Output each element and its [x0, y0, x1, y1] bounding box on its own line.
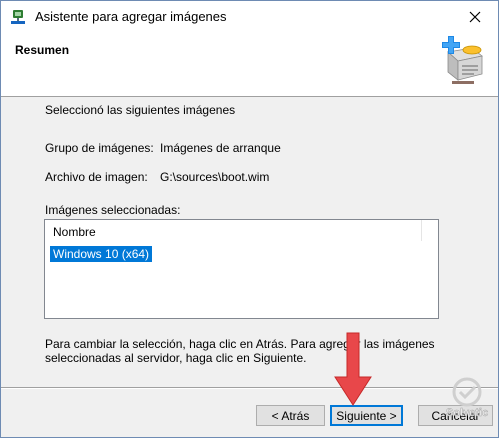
wizard-app-icon: [11, 10, 25, 24]
page-title: Resumen: [15, 43, 70, 57]
column-name-header: Nombre: [53, 225, 96, 239]
image-file-value: G:\sources\boot.wim: [160, 170, 270, 184]
list-item[interactable]: Windows 10 (x64): [50, 246, 153, 262]
image-group-value: Imágenes de arranque: [160, 141, 281, 155]
footer-divider-highlight: [1, 388, 498, 389]
selected-images-list[interactable]: Nombre Windows 10 (x64): [44, 219, 439, 319]
pointer-arrow-icon: [334, 332, 372, 406]
solvetic-watermark-logo: Solvetic: [446, 377, 488, 419]
title-bar: Asistente para agregar imágenes: [1, 1, 498, 32]
summary-content: Seleccionó las siguientes imágenes Grupo…: [1, 97, 498, 387]
watermark-text: Solvetic: [446, 407, 488, 419]
wizard-window: Asistente para agregar imágenes Resumen: [0, 0, 499, 438]
wizard-header: Resumen: [1, 32, 498, 97]
list-scroll-gutter: [422, 220, 438, 318]
add-image-server-icon: [442, 36, 483, 84]
close-button[interactable]: [452, 1, 498, 32]
image-file-label: Archivo de imagen:: [45, 170, 148, 184]
instructions-text: Para cambiar la selección, haga clic en …: [45, 337, 435, 365]
close-icon: [469, 11, 481, 22]
selected-images-label: Imágenes seleccionadas:: [45, 203, 181, 217]
summary-intro: Seleccionó las siguientes imágenes: [45, 103, 236, 117]
back-button[interactable]: < Atrás: [256, 405, 325, 426]
window-title: Asistente para agregar imágenes: [35, 9, 227, 24]
list-column-header[interactable]: Nombre: [45, 220, 422, 243]
image-group-label: Grupo de imágenes:: [45, 141, 154, 155]
